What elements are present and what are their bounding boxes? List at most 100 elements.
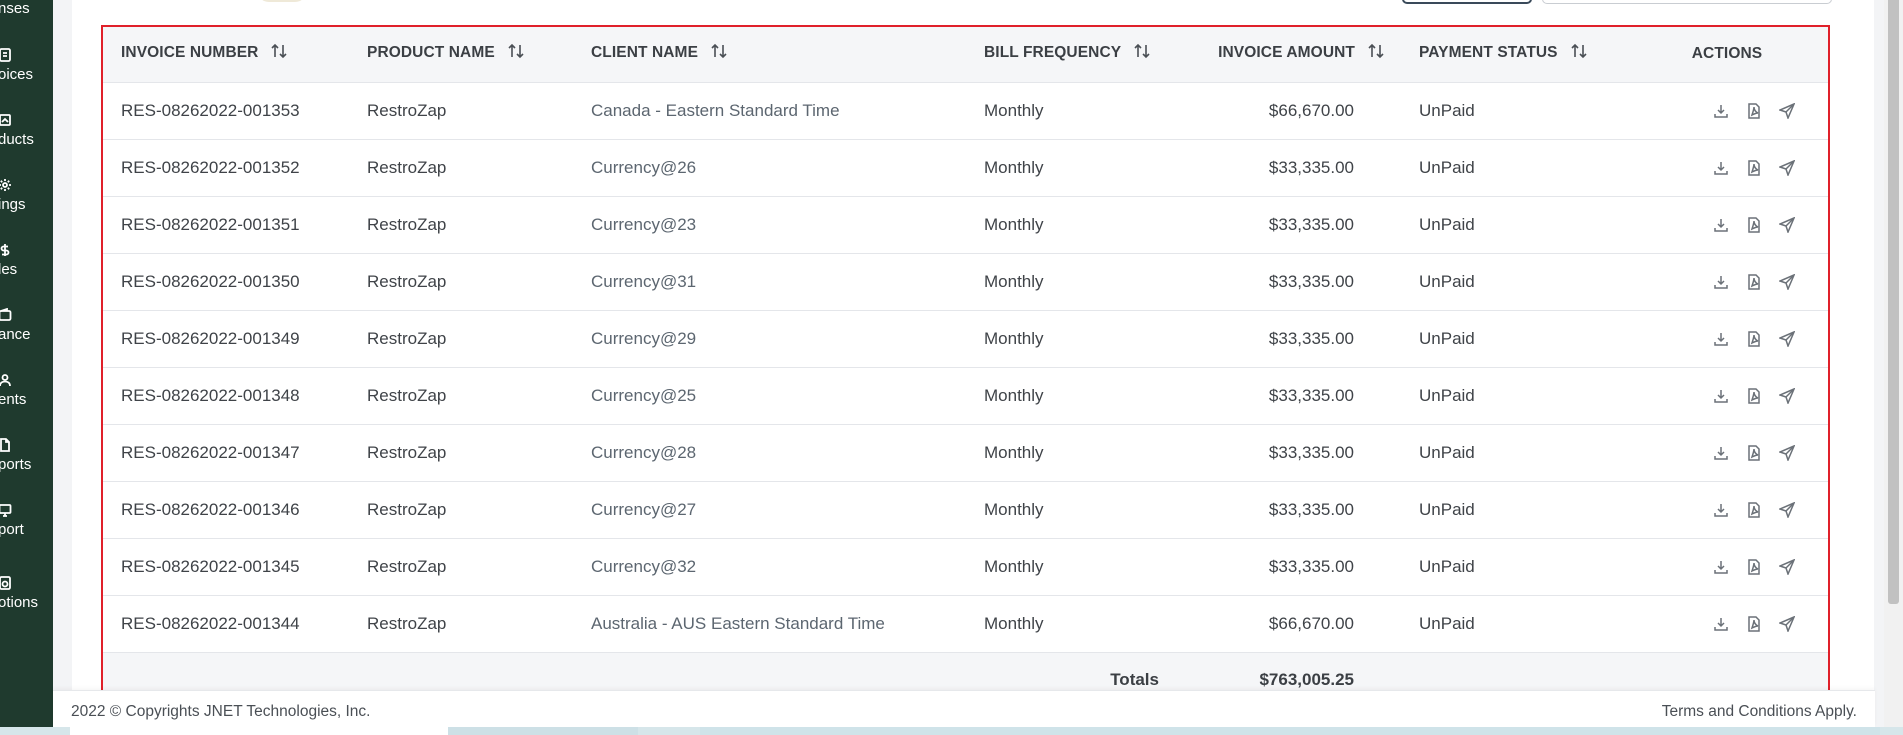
column-header-bill-frequency[interactable]: BILL FREQUENCY [965,26,1185,82]
pdf-icon[interactable] [1746,160,1762,176]
invoice-amount-cell: $66,670.00 [1268,100,1354,120]
scrollbar-thumb[interactable] [1888,0,1899,604]
download-icon[interactable] [1713,331,1729,347]
table-row[interactable]: RES-08262022-001353 RestroZap Canada - Eas… [102,82,1829,139]
column-header-invoice-number[interactable]: INVOICE NUMBER [102,26,348,82]
sidebar-item-invoices[interactable]: oices [0,48,53,108]
sidebar-item-settings[interactable]: ings [0,178,53,238]
dollar-icon [0,243,12,257]
download-icon[interactable] [1713,274,1729,290]
product-name-cell: RestroZap [367,100,447,120]
sidebar-item-label: ports [0,456,32,473]
actions-cell [1625,367,1829,424]
send-icon[interactable] [1777,159,1796,178]
pdf-icon[interactable] [1746,274,1762,290]
send-icon[interactable] [1777,102,1796,121]
product-name-cell: RestroZap [367,328,447,348]
actions-cell [1625,196,1829,253]
invoice-amount-cell: $33,335.00 [1268,385,1354,405]
invoice-number-cell: RES-08262022-001353 [121,100,300,120]
sidebar-item-promotions[interactable]: otions [0,576,53,636]
table-row[interactable]: RES-08262022-001352 RestroZap Currency@26 M… [102,139,1829,196]
column-header-invoice-amount[interactable]: INVOICE AMOUNT [1185,26,1395,82]
pdf-icon[interactable] [1746,331,1762,347]
invoice-amount-cell: $66,670.00 [1268,613,1354,633]
sort-icon[interactable] [710,43,728,64]
sidebar-item-label: otions [0,594,39,611]
invoice-number-cell: RES-08262022-001351 [121,214,300,234]
sidebar-item-label: port [0,521,24,538]
client-name-cell: Canada - Eastern Standard Time [591,100,840,120]
table-row[interactable]: RES-08262022-001349 RestroZap Currency@29 M… [102,310,1829,367]
column-header-product-name[interactable]: PRODUCT NAME [348,26,572,82]
send-icon[interactable] [1777,387,1796,406]
payment-status-cell: UnPaid [1419,442,1475,462]
sidebar-item-sales[interactable]: les [0,243,53,303]
download-icon[interactable] [1713,616,1729,632]
toolbar-button[interactable] [1402,0,1532,4]
payment-status-cell: UnPaid [1419,100,1475,120]
sidebar-item-expenses[interactable]: nses [0,0,53,54]
pdf-icon[interactable] [1746,388,1762,404]
pdf-icon[interactable] [1746,616,1762,632]
invoice-number-cell: RES-08262022-001349 [121,328,300,348]
download-icon[interactable] [1713,160,1729,176]
sort-icon[interactable] [1133,43,1151,64]
download-icon[interactable] [1713,502,1729,518]
column-header-payment-status[interactable]: PAYMENT STATUS [1395,26,1625,82]
sort-icon[interactable] [1570,43,1588,64]
invoice-amount-cell: $33,335.00 [1268,271,1354,291]
sidebar-item-clients[interactable]: ents [0,373,53,433]
send-icon[interactable] [1777,330,1796,349]
sidebar-item-label: oices [0,66,34,83]
send-icon[interactable] [1777,444,1796,463]
table-row[interactable]: RES-08262022-001351 RestroZap Currency@23 M… [102,196,1829,253]
invoice-table: INVOICE NUMBER PRODUCT NAME CLIENT NAME … [102,26,1829,706]
download-icon[interactable] [1713,559,1729,575]
download-icon[interactable] [1713,103,1729,119]
pdf-icon[interactable] [1746,103,1762,119]
sort-icon[interactable] [270,43,288,64]
column-header-client-name[interactable]: CLIENT NAME [572,26,965,82]
sidebar-item-finance[interactable]: ance [0,307,53,368]
table-row[interactable]: RES-08262022-001344 RestroZap Australia - … [102,595,1829,652]
actions-cell [1625,424,1829,481]
invoice-amount-cell: $33,335.00 [1268,214,1354,234]
bill-frequency-cell: Monthly [984,157,1044,177]
send-icon[interactable] [1777,558,1796,577]
sidebar-item-support[interactable]: port [0,503,53,563]
pdf-icon[interactable] [1746,502,1762,518]
pdf-icon[interactable] [1746,217,1762,233]
table-row[interactable]: RES-08262022-001350 RestroZap Currency@31 M… [102,253,1829,310]
sidebar-item-reports[interactable]: ports [0,438,53,498]
pdf-icon[interactable] [1746,445,1762,461]
invoice-number-cell: RES-08262022-001350 [121,271,300,291]
pdf-icon[interactable] [1746,559,1762,575]
send-icon[interactable] [1777,615,1796,634]
actions-cell [1625,538,1829,595]
search-input[interactable] [1542,0,1832,4]
download-icon[interactable] [1713,445,1729,461]
terms-link[interactable]: Terms and Conditions Apply. [1662,703,1857,721]
table-row[interactable]: RES-08262022-001345 RestroZap Currency@32 M… [102,538,1829,595]
send-icon[interactable] [1777,216,1796,235]
actions-cell [1625,253,1829,310]
vertical-scrollbar[interactable] [1884,0,1903,727]
bill-frequency-cell: Monthly [984,214,1044,234]
table-row[interactable]: RES-08262022-001347 RestroZap Currency@28 M… [102,424,1829,481]
sidebar-item-label: nses [0,0,30,17]
client-name-cell: Currency@31 [591,271,697,291]
table-row[interactable]: RES-08262022-001346 RestroZap Currency@27 M… [102,481,1829,538]
avatar [257,0,307,2]
sort-icon[interactable] [507,43,525,64]
sidebar-item-products[interactable]: ducts [0,113,53,173]
sort-icon[interactable] [1367,43,1385,64]
sidebar-item-label: ents [0,391,27,408]
send-icon[interactable] [1777,273,1796,292]
table-header-row: INVOICE NUMBER PRODUCT NAME CLIENT NAME … [102,26,1829,82]
download-icon[interactable] [1713,388,1729,404]
client-name-cell: Currency@27 [591,499,697,519]
send-icon[interactable] [1777,501,1796,520]
table-row[interactable]: RES-08262022-001348 RestroZap Currency@25 M… [102,367,1829,424]
download-icon[interactable] [1713,217,1729,233]
